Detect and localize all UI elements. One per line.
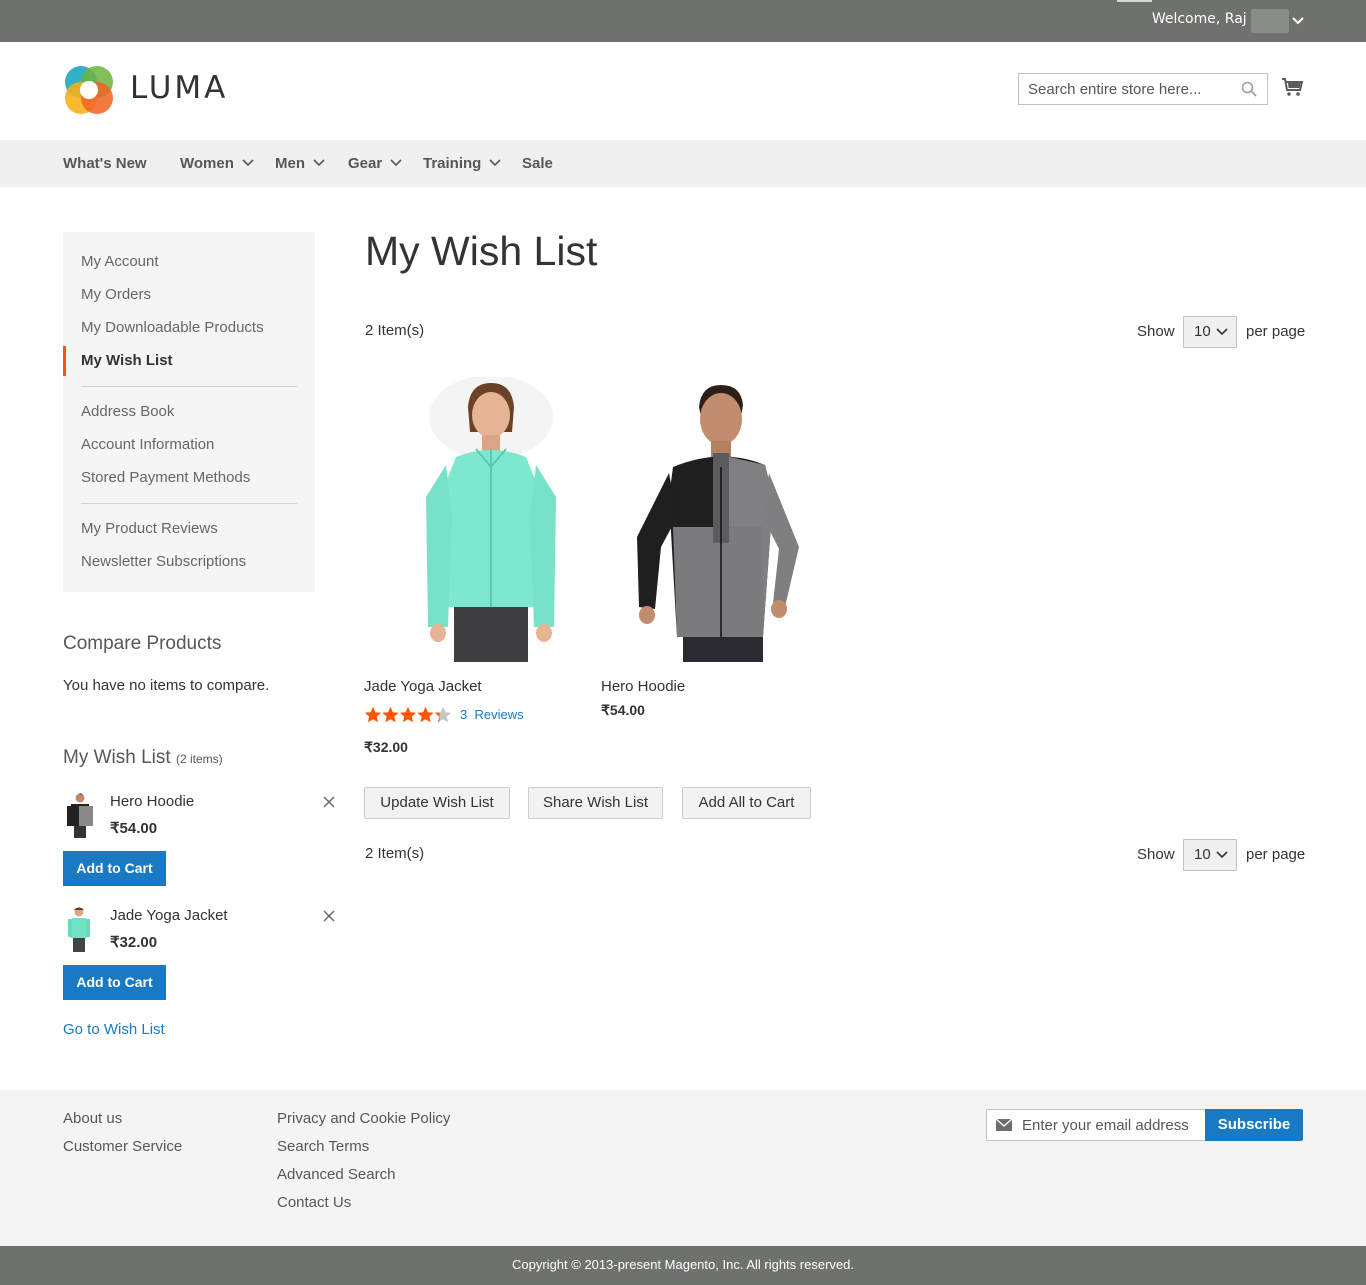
account-nav-my-account[interactable]: My Account [81, 253, 159, 270]
limiter-value: 10 [1194, 846, 1211, 863]
per-page-label: per page [1246, 846, 1306, 863]
toolbar-item-count: 2 Item(s) [365, 322, 425, 339]
jade-yoga-jacket-image[interactable] [386, 377, 596, 662]
nav-item-sale[interactable]: Sale [522, 155, 553, 172]
search-box [1018, 73, 1268, 105]
account-nav-my-orders[interactable]: My Orders [81, 286, 151, 303]
main-navigation: What's New Women Men Gear Training Sale [0, 140, 1366, 187]
newsletter-email-input[interactable] [1022, 1110, 1202, 1140]
sidebar-item-name[interactable]: Jade Yoga Jacket [110, 907, 228, 924]
product-price: ₹32.00 [364, 739, 408, 755]
sidebar-item-price: ₹32.00 [110, 934, 158, 951]
footer-link-contact-us[interactable]: Contact Us [277, 1194, 351, 1211]
chevron-down-icon [313, 159, 325, 167]
redacted-name-overlay [1251, 9, 1289, 33]
nav-label: What's New [63, 155, 147, 172]
limiter-label: Show [1137, 846, 1175, 863]
limiter-select[interactable]: 10 [1183, 316, 1237, 348]
compare-products-title: Compare Products [63, 633, 222, 654]
sidebar-item-price: ₹54.00 [110, 820, 158, 837]
top-panel-accent [1117, 0, 1152, 2]
hero-hoodie-thumbnail[interactable] [63, 792, 95, 840]
account-nav-my-wish-list[interactable]: My Wish List [81, 352, 173, 369]
reviews-link[interactable]: 3 Reviews [460, 707, 524, 722]
account-nav-downloadable-products[interactable]: My Downloadable Products [81, 319, 264, 336]
jade-yoga-jacket-thumbnail[interactable] [63, 906, 95, 954]
go-to-wishlist-link[interactable]: Go to Wish List [63, 1021, 165, 1038]
nav-item-whats-new[interactable]: What's New [63, 155, 147, 172]
reviews-count: 3 [460, 707, 468, 722]
account-nav-address-book[interactable]: Address Book [81, 403, 174, 420]
add-to-cart-button[interactable]: Add to Cart [63, 965, 166, 1000]
logo-wordmark[interactable]: LUMA [130, 70, 228, 106]
envelope-icon [996, 1119, 1012, 1131]
account-nav-stored-payment-methods[interactable]: Stored Payment Methods [81, 469, 250, 486]
welcome-message: Welcome, Raj S [1151, 11, 1260, 27]
copyright-text: Copyright © 2013-present Magento, Inc. A… [512, 1257, 854, 1272]
top-panel: Welcome, Raj S [0, 0, 1366, 42]
nav-label: Sale [522, 155, 553, 172]
update-wishlist-button[interactable]: Update Wish List [364, 787, 510, 819]
product-price: ₹54.00 [601, 702, 645, 718]
luma-logo-icon[interactable] [63, 64, 115, 116]
nav-label: Women [180, 155, 234, 172]
add-all-to-cart-button[interactable]: Add All to Cart [682, 787, 811, 819]
nav-divider [81, 503, 297, 504]
account-nav-newsletter-subscriptions[interactable]: Newsletter Subscriptions [81, 553, 246, 570]
search-icon[interactable] [1241, 81, 1257, 97]
search-input[interactable] [1019, 74, 1229, 104]
remove-item-icon[interactable] [322, 795, 336, 809]
nav-divider [81, 386, 297, 387]
cart-icon[interactable] [1281, 76, 1305, 100]
add-to-cart-button[interactable]: Add to Cart [63, 851, 166, 886]
nav-label: Training [423, 155, 482, 172]
chevron-down-icon [1216, 328, 1228, 336]
chevron-down-icon [1216, 851, 1228, 859]
newsletter-field [986, 1109, 1206, 1141]
limiter-select[interactable]: 10 [1183, 839, 1237, 871]
current-item-indicator [63, 346, 66, 376]
footer-link-customer-service[interactable]: Customer Service [63, 1138, 182, 1155]
account-nav-account-information[interactable]: Account Information [81, 436, 214, 453]
chevron-down-icon [489, 159, 501, 167]
footer-link-advanced-search[interactable]: Advanced Search [277, 1166, 395, 1183]
chevron-down-icon[interactable] [1290, 10, 1306, 30]
per-page-label: per page [1246, 323, 1306, 340]
nav-label: Men [275, 155, 305, 172]
page-title: My Wish List [365, 228, 598, 274]
sidebar-wishlist-count: (2 items) [175, 752, 223, 766]
toolbar-item-count: 2 Item(s) [365, 845, 425, 862]
sidebar-wishlist-title: My Wish List (2 items) [63, 747, 223, 769]
remove-item-icon[interactable] [322, 909, 336, 923]
compare-empty-message: You have no items to compare. [63, 677, 270, 694]
product-name-link[interactable]: Jade Yoga Jacket [364, 678, 482, 695]
nav-item-gear[interactable]: Gear [348, 155, 402, 172]
nav-item-men[interactable]: Men [275, 155, 325, 172]
account-navigation: My Account My Orders My Downloadable Pro… [63, 232, 315, 592]
hero-hoodie-image[interactable] [613, 377, 823, 662]
limiter-value: 10 [1194, 323, 1211, 340]
account-nav-product-reviews[interactable]: My Product Reviews [81, 520, 218, 537]
product-name-link[interactable]: Hero Hoodie [601, 678, 685, 695]
nav-item-women[interactable]: Women [180, 155, 254, 172]
chevron-down-icon [390, 159, 402, 167]
footer-link-privacy-policy[interactable]: Privacy and Cookie Policy [277, 1110, 450, 1127]
sidebar-wishlist-heading: My Wish List [63, 747, 171, 768]
nav-item-training[interactable]: Training [423, 155, 501, 172]
reviews-label: Reviews [474, 707, 524, 722]
subscribe-button[interactable]: Subscribe [1205, 1109, 1303, 1141]
footer-link-search-terms[interactable]: Search Terms [277, 1138, 369, 1155]
footer-link-about-us[interactable]: About us [63, 1110, 122, 1127]
copyright-bar: Copyright © 2013-present Magento, Inc. A… [0, 1246, 1366, 1285]
share-wishlist-button[interactable]: Share Wish List [528, 787, 663, 819]
nav-label: Gear [348, 155, 383, 172]
rating-stars-icon [364, 706, 452, 723]
limiter-label: Show [1137, 323, 1175, 340]
sidebar-item-name[interactable]: Hero Hoodie [110, 793, 194, 810]
chevron-down-icon [242, 159, 254, 167]
